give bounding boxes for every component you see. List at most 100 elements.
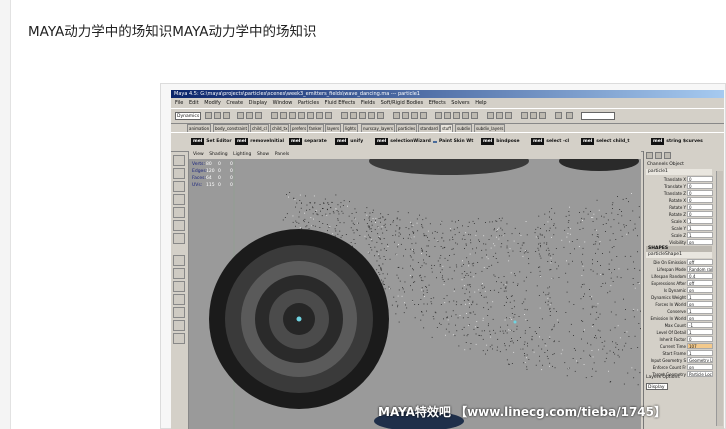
open-scene-icon[interactable] <box>214 112 221 119</box>
menu-window[interactable]: Window <box>273 99 293 107</box>
channel-box-toggle-icon[interactable] <box>646 152 653 159</box>
channel-attribute-row[interactable]: Start Frame 1 <box>644 350 714 357</box>
shape-name[interactable]: particleShape1 <box>646 252 712 258</box>
node-ops-icon[interactable] <box>453 112 460 119</box>
menu-modify[interactable]: Modify <box>204 99 221 107</box>
channel-attribute-row[interactable]: Translate X0 <box>644 176 714 183</box>
channel-attribute-value[interactable]: 0.4 <box>687 273 713 279</box>
object-tab[interactable]: Object <box>669 162 684 167</box>
panel-menu-show[interactable]: Show <box>257 151 269 159</box>
shelf-item-unify[interactable]: mel unify <box>335 136 363 147</box>
shelf-item-paint-skin[interactable]: Paint Skin Wt <box>433 136 473 147</box>
channel-attribute-value[interactable]: 1 <box>687 225 713 231</box>
scale-tool-icon[interactable] <box>173 220 185 231</box>
panel-menu-panels[interactable]: Panels <box>275 151 289 159</box>
snap-grid-icon[interactable] <box>341 112 348 119</box>
select-tool-icon[interactable] <box>173 155 185 166</box>
channel-attribute-value[interactable]: on <box>687 239 713 245</box>
channel-attribute-row[interactable]: Current Time 107 <box>644 343 714 350</box>
channel-attribute-row[interactable]: Visibility on <box>644 239 714 246</box>
select-component-icon[interactable] <box>255 112 262 119</box>
save-scene-icon[interactable] <box>223 112 230 119</box>
menu-file[interactable]: File <box>175 99 183 107</box>
channel-attribute-value[interactable]: 0 <box>687 176 713 182</box>
shelf-item-string-curves[interactable]: mel string $curves <box>651 136 703 147</box>
render-globals-icon[interactable] <box>420 112 427 119</box>
snap-view-plane-icon[interactable] <box>368 112 375 119</box>
channel-attribute-value[interactable]: 1 <box>687 294 713 300</box>
channel-attribute-row[interactable]: Expressions After off <box>644 280 714 287</box>
channel-attribute-value[interactable]: 107 <box>687 343 713 349</box>
menu-fields[interactable]: Fields <box>361 99 375 107</box>
channel-attribute-row[interactable]: Rotate X0 <box>644 197 714 204</box>
channel-attribute-row[interactable]: Max Count -1 <box>644 322 714 329</box>
channel-attribute-row[interactable]: Lifespan Random 0.4 <box>644 273 714 280</box>
ipr-render-icon[interactable] <box>411 112 418 119</box>
channel-attribute-row[interactable]: Lifespan Mode Random ran <box>644 266 714 273</box>
channel-attribute-value[interactable]: 0 <box>687 190 713 196</box>
menu-create[interactable]: Create <box>226 99 243 107</box>
pick-mask-dynamic-icon[interactable] <box>307 112 314 119</box>
persp-graph-layout-icon[interactable] <box>173 294 185 305</box>
channel-attribute-row[interactable]: Scale X1 <box>644 218 714 225</box>
channel-attribute-value[interactable]: off <box>687 280 713 286</box>
shelf-item-set-editor[interactable]: mel Set Editor <box>191 136 232 147</box>
menu-help[interactable]: Help <box>475 99 486 107</box>
channel-attribute-row[interactable]: Emission In World on <box>644 315 714 322</box>
output-ops-icon[interactable] <box>444 112 451 119</box>
channel-attribute-row[interactable]: Enforce Count Fr on <box>644 364 714 371</box>
layout-option-icon[interactable] <box>173 333 185 344</box>
channel-attribute-value[interactable]: -1 <box>687 322 713 328</box>
select-hierarchy-icon[interactable] <box>237 112 244 119</box>
channel-icon[interactable] <box>471 112 478 119</box>
channel-attribute-value[interactable]: 1 <box>687 350 713 356</box>
mode-selector[interactable]: Dynamics <box>175 112 201 120</box>
channel-attribute-value[interactable]: Geometry Lo <box>687 357 713 363</box>
channel-attribute-row[interactable]: Translate Z0 <box>644 190 714 197</box>
mask-icon[interactable] <box>462 112 469 119</box>
brush-icon[interactable] <box>496 112 503 119</box>
channel-attribute-row[interactable]: Rotate Y0 <box>644 204 714 211</box>
select-object-icon[interactable] <box>246 112 253 119</box>
channel-attribute-row[interactable]: Scale Z1 <box>644 232 714 239</box>
channel-attribute-value[interactable]: 1 <box>687 308 713 314</box>
channels-tab[interactable]: Channels <box>647 162 668 167</box>
shelf-item-separate[interactable]: mel separate <box>289 136 327 147</box>
channel-attribute-value[interactable]: 1 <box>687 329 713 335</box>
menu-edit[interactable]: Edit <box>189 99 199 107</box>
shelf-item-selection-wizard[interactable]: mel selectionWizard <box>375 136 431 147</box>
channel-attribute-value[interactable]: Random ran <box>687 266 713 272</box>
shelf-item-select-child[interactable]: mel select child_t <box>581 136 630 147</box>
channel-attribute-value[interactable]: on <box>687 364 713 370</box>
history-icon[interactable] <box>393 112 400 119</box>
channel-attribute-value[interactable]: 0 <box>687 197 713 203</box>
channel-attribute-value[interactable]: 0 <box>687 211 713 217</box>
channel-attribute-value[interactable]: on <box>687 315 713 321</box>
shelf-item-bindpose[interactable]: mel bindpose <box>481 136 520 147</box>
attribute-editor-icon[interactable] <box>521 112 528 119</box>
move-tool-icon[interactable] <box>173 194 185 205</box>
shelf-item-select-cl[interactable]: mel select -cl <box>531 136 569 147</box>
quick-select-icon[interactable] <box>566 112 573 119</box>
pick-mask-curve-icon[interactable] <box>280 112 287 119</box>
pick-mask-render-icon[interactable] <box>316 112 323 119</box>
new-scene-icon[interactable] <box>205 112 212 119</box>
channel-attribute-row[interactable]: Die On Emission off <box>644 259 714 266</box>
menu-display[interactable]: Display <box>249 99 267 107</box>
channel-attribute-row[interactable]: Is Dynamic on <box>644 287 714 294</box>
rotate-tool-icon[interactable] <box>173 207 185 218</box>
options-tab[interactable]: Options <box>662 375 679 380</box>
channel-attribute-row[interactable]: Rotate Z0 <box>644 211 714 218</box>
panel-menu-view[interactable]: View <box>193 151 204 159</box>
channel-attribute-value[interactable]: off <box>687 259 713 265</box>
channel-attribute-row[interactable]: Inherit Factor 0 <box>644 336 714 343</box>
channel-attribute-value[interactable]: 1 <box>687 232 713 238</box>
sculpt-icon[interactable] <box>505 112 512 119</box>
channel-attribute-row[interactable]: Level Of Detail 1 <box>644 329 714 336</box>
pick-mask-deform-icon[interactable] <box>298 112 305 119</box>
manipulator-tool-icon[interactable] <box>173 233 185 244</box>
menu-soft-rigid-bodies[interactable]: Soft/Rigid Bodies <box>381 99 423 107</box>
channel-attribute-row[interactable]: Conserve 1 <box>644 308 714 315</box>
hotbox-icon[interactable] <box>555 112 562 119</box>
make-live-icon[interactable] <box>377 112 384 119</box>
